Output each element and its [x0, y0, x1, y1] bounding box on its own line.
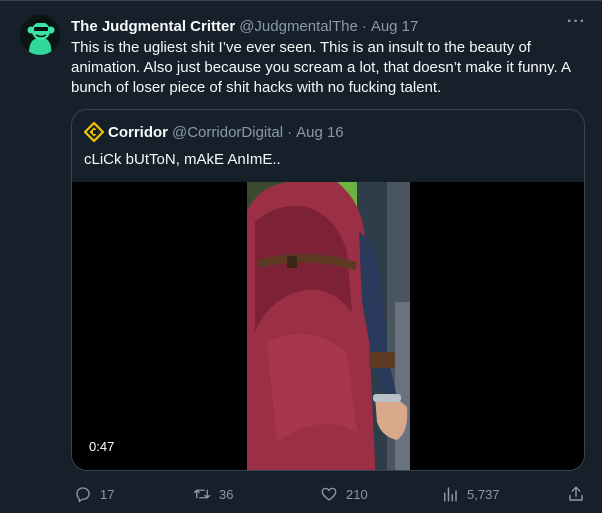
author-avatar[interactable] [20, 15, 60, 55]
ape-avatar-icon [20, 15, 60, 55]
tweet[interactable]: The Judgmental Critter @JudgmentalThe · … [0, 0, 602, 513]
author-display-name[interactable]: The Judgmental Critter [71, 18, 235, 35]
quoted-author-name[interactable]: Corridor [108, 124, 168, 141]
quoted-tweet[interactable]: Corridor @CorridorDigital · Aug 16 cLiCk… [71, 109, 585, 471]
more-options-icon[interactable]: ··· [567, 13, 586, 31]
author-handle[interactable]: @JudgmentalThe [239, 18, 358, 35]
heart-icon [321, 487, 337, 501]
video-frame [247, 182, 410, 470]
share-icon [569, 486, 583, 501]
views-chart-icon [444, 487, 457, 502]
corridor-logo-icon [84, 122, 104, 142]
retweet-count: 36 [219, 486, 234, 502]
like-count: 210 [346, 486, 368, 502]
video-duration: 0:47 [89, 439, 115, 454]
views-button[interactable]: 5,737 [441, 484, 500, 504]
retweet-button[interactable]: 36 [193, 484, 233, 504]
tweet-text: This is the ugliest shit I’ve ever seen.… [71, 39, 571, 96]
share-button[interactable] [567, 484, 585, 504]
reply-count: 17 [100, 486, 115, 502]
quoted-tweet-date[interactable]: Aug 16 [296, 124, 344, 141]
tweet-actions: 17 36 210 5,737 [71, 484, 591, 504]
retweet-icon [193, 489, 211, 499]
video-player[interactable]: 0:47 [72, 182, 584, 470]
quoted-tweet-text: cLiCk bUtToN, mAkE AnImE.. [84, 151, 281, 168]
video-thumbnail [247, 182, 410, 470]
quoted-author-handle[interactable]: @CorridorDigital [172, 124, 283, 141]
tweet-header: The Judgmental Critter @JudgmentalThe · … [71, 13, 586, 37]
quoted-tweet-header: Corridor @CorridorDigital · Aug 16 [84, 122, 344, 142]
reply-button[interactable]: 17 [74, 484, 114, 504]
separator-dot: · [361, 17, 367, 35]
view-count: 5,737 [467, 486, 500, 502]
reply-icon [76, 487, 90, 503]
quoted-separator-dot: · [287, 123, 293, 141]
like-button[interactable]: 210 [320, 484, 368, 504]
tweet-date[interactable]: Aug 17 [371, 18, 419, 35]
